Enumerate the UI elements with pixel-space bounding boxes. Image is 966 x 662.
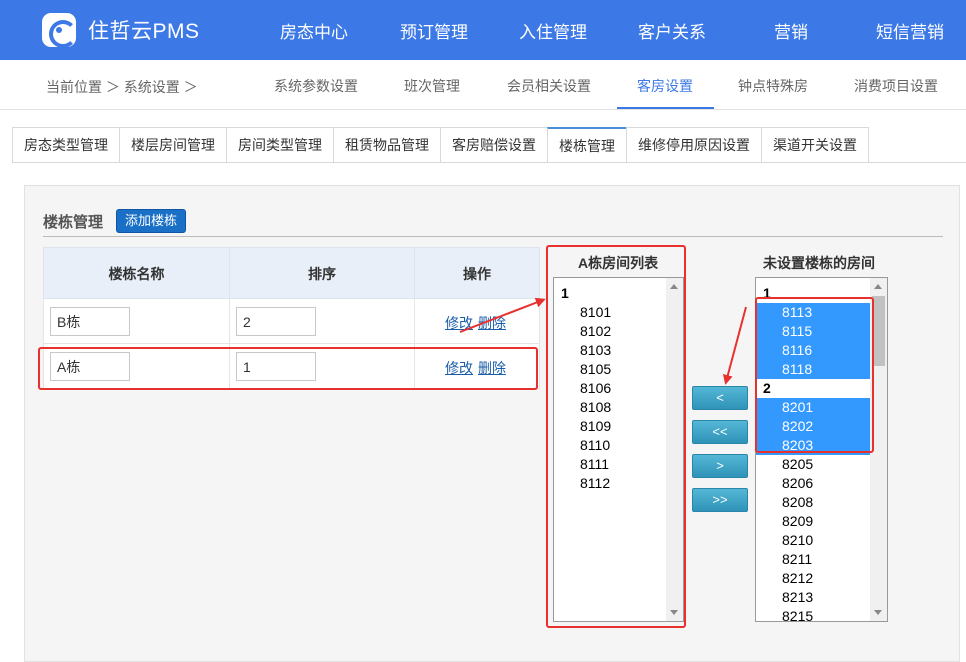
scrollbar[interactable] [666, 278, 683, 621]
scroll-down-icon[interactable] [670, 610, 678, 615]
scroll-down-icon[interactable] [874, 610, 882, 615]
tab-building-management[interactable]: 楼栋管理 [547, 127, 626, 163]
edit-link[interactable]: 修改 [445, 360, 473, 376]
list-item[interactable]: 8102 [554, 322, 666, 341]
panel-title: 楼栋管理 [43, 214, 104, 231]
list-item[interactable]: 8101 [554, 303, 666, 322]
table-header: 楼栋名称 排序 操作 [43, 247, 540, 299]
nav-item-marketing[interactable]: 营销 [774, 18, 808, 43]
move-all-left-button[interactable]: << [692, 420, 748, 444]
tab-floor-rooms[interactable]: 楼层房间管理 [119, 127, 226, 163]
nav-item-sms-marketing[interactable]: 短信营销 [876, 18, 944, 43]
list-item[interactable]: 8105 [554, 360, 666, 379]
list-item[interactable]: 8215 [756, 607, 870, 621]
tab-room-compensation[interactable]: 客房赔偿设置 [440, 127, 547, 163]
list-item[interactable]: 8202 [756, 417, 870, 436]
move-left-button[interactable]: < [692, 386, 748, 410]
scroll-thumb[interactable] [872, 296, 885, 366]
subnav-shift-management[interactable]: 班次管理 [404, 76, 460, 96]
breadcrumb: 当前位置 ＞ 系统设置 ＞ [46, 79, 198, 95]
tab-divider [12, 162, 966, 163]
list-item[interactable]: 8211 [756, 550, 870, 569]
list-item[interactable]: 8118 [756, 360, 870, 379]
list-group-label: 2 [763, 380, 771, 396]
header-order: 排序 [230, 248, 415, 298]
table-row: 修改删除 [43, 299, 540, 344]
delete-link[interactable]: 删除 [478, 360, 506, 376]
building-order-input[interactable] [236, 352, 316, 381]
building-name-input[interactable] [50, 352, 130, 381]
nav-item-checkin[interactable]: 入住管理 [519, 18, 587, 43]
list-item[interactable]: 8209 [756, 512, 870, 531]
list-item[interactable]: 8205 [756, 455, 870, 474]
delete-link[interactable]: 删除 [478, 315, 506, 331]
list-item[interactable]: 8106 [554, 379, 666, 398]
list-item[interactable]: 8116 [756, 341, 870, 360]
tab-bar: 房态类型管理 楼层房间管理 房间类型管理 租赁物品管理 客房赔偿设置 楼栋管理 … [12, 127, 869, 163]
list-item[interactable]: 8110 [554, 436, 666, 455]
list-item[interactable]: 8109 [554, 417, 666, 436]
list-group-label: 1 [561, 285, 569, 301]
add-building-button[interactable]: 添加楼栋 [116, 209, 186, 233]
list-item[interactable]: 8203 [756, 436, 870, 455]
building-name-input[interactable] [50, 307, 130, 336]
list-item[interactable]: 8210 [756, 531, 870, 550]
list-item[interactable]: 8213 [756, 588, 870, 607]
list-item[interactable]: 8115 [756, 322, 870, 341]
tab-maintenance-reasons[interactable]: 维修停用原因设置 [626, 127, 761, 163]
subnav-room-settings[interactable]: 客房设置 [637, 76, 693, 96]
tab-room-status-types[interactable]: 房态类型管理 [12, 127, 119, 163]
subnav-member-settings[interactable]: 会员相关设置 [507, 76, 591, 96]
subnav-active-indicator [617, 107, 714, 109]
subnav-consumption-items[interactable]: 消费项目设置 [854, 76, 938, 96]
building-room-list-title: A栋房间列表 [578, 255, 659, 271]
tab-room-types[interactable]: 房间类型管理 [226, 127, 333, 163]
table-row: 修改删除 [43, 344, 540, 389]
top-nav: 住哲云PMS 房态中心 预订管理 入住管理 客户关系 营销 短信营销 [0, 0, 966, 60]
subnav-system-params[interactable]: 系统参数设置 [274, 76, 358, 96]
building-room-list-content: 1 8101 8102 8103 8105 8106 8108 8109 8110 8111 81… [554, 278, 666, 621]
list-item[interactable]: 8206 [756, 474, 870, 493]
logo[interactable]: 住哲云PMS [42, 13, 200, 48]
edit-link[interactable]: 修改 [445, 315, 473, 331]
move-right-button[interactable]: > [692, 454, 748, 478]
unassigned-room-list[interactable]: 1 8113 8115 8116 8118 2 8201 8202 8203 8205 8206 82… [755, 277, 888, 622]
logo-icon [42, 13, 77, 48]
list-item[interactable]: 8112 [554, 474, 666, 493]
building-room-list[interactable]: 1 8101 8102 8103 8105 8106 8108 8109 8110 8111 81… [553, 277, 684, 622]
scrollbar[interactable] [870, 278, 887, 621]
list-item[interactable]: 8103 [554, 341, 666, 360]
header-building-name: 楼栋名称 [44, 248, 230, 298]
unassigned-room-list-content: 1 8113 8115 8116 8118 2 8201 8202 8203 8205 8206 82… [756, 278, 870, 621]
logo-text: 住哲云PMS [88, 20, 200, 43]
building-table: 楼栋名称 排序 操作 修改删除 修改删除 [43, 247, 540, 389]
building-order-input[interactable] [236, 307, 316, 336]
list-item[interactable]: 8201 [756, 398, 870, 417]
list-item[interactable]: 8108 [554, 398, 666, 417]
list-item[interactable]: 8208 [756, 493, 870, 512]
scroll-up-icon[interactable] [670, 284, 678, 289]
unassigned-room-list-title: 未设置楼栋的房间 [763, 255, 875, 271]
nav-item-crm[interactable]: 客户关系 [638, 18, 706, 43]
tab-rental-items[interactable]: 租赁物品管理 [333, 127, 440, 163]
nav-item-reservation[interactable]: 预订管理 [400, 18, 468, 43]
nav-item-room-status[interactable]: 房态中心 [280, 18, 348, 43]
move-all-right-button[interactable]: >> [692, 488, 748, 512]
header-actions: 操作 [463, 266, 491, 282]
list-group-label: 1 [763, 285, 771, 301]
scroll-up-icon[interactable] [874, 284, 882, 289]
list-item[interactable]: 8111 [554, 455, 666, 474]
sub-nav: 当前位置 ＞ 系统设置 ＞ 系统参数设置 班次管理 会员相关设置 客房设置 钟点… [0, 60, 966, 110]
tab-channel-switch[interactable]: 渠道开关设置 [761, 127, 869, 163]
list-item[interactable]: 8113 [756, 303, 870, 322]
list-item[interactable]: 8212 [756, 569, 870, 588]
subnav-hourly-rooms[interactable]: 钟点特殊房 [738, 76, 808, 96]
title-divider [43, 236, 943, 237]
